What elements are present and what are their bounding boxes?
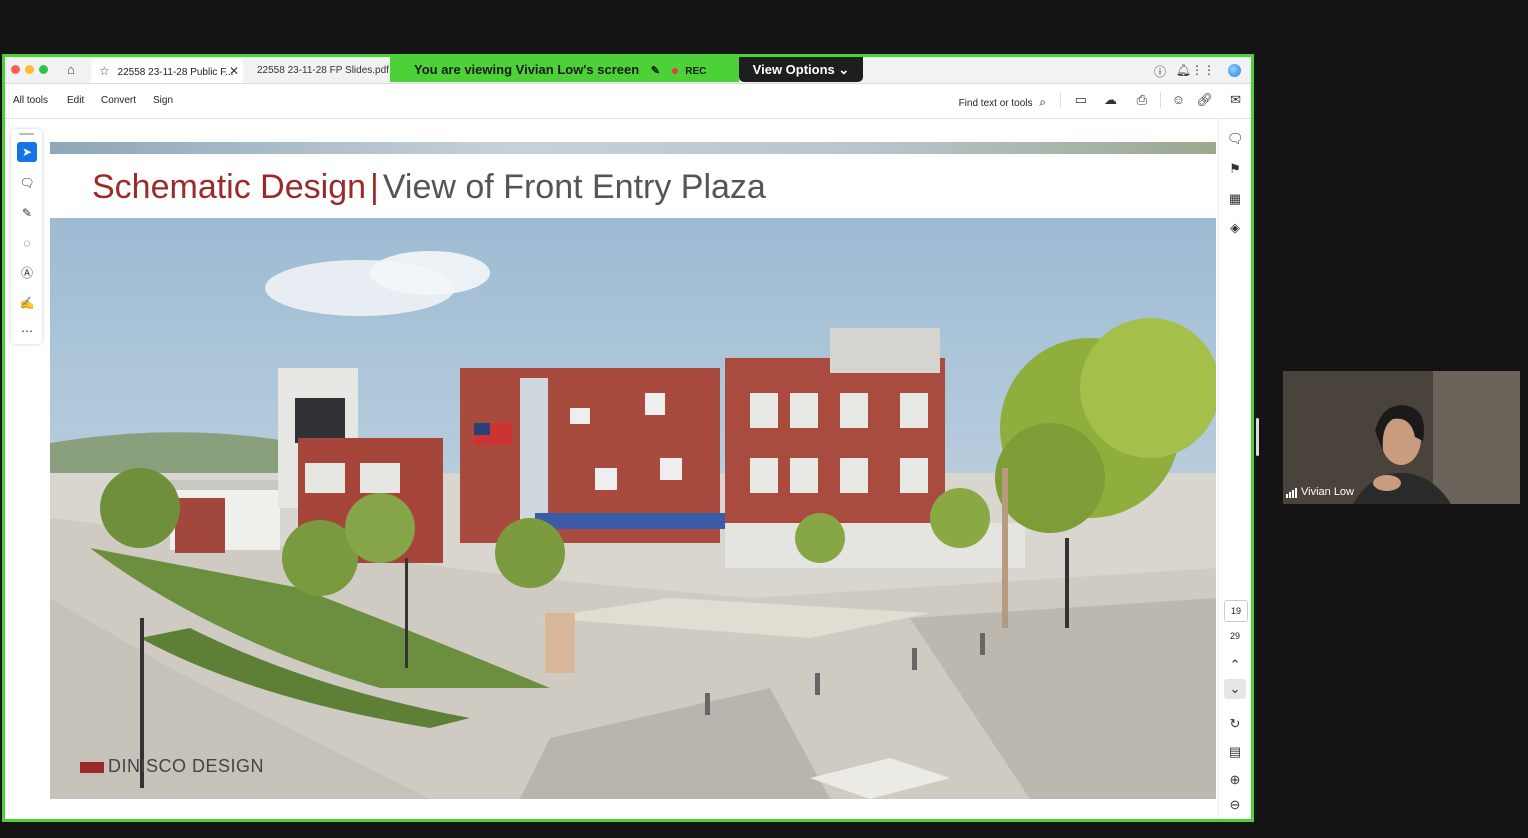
quick-tools-panel: ➤ 🗨︎ ✎ ◌ Ⓐ ✍ ⋯ xyxy=(11,129,42,344)
next-page-button[interactable]: ⌄ xyxy=(1224,679,1246,699)
close-window-button[interactable] xyxy=(11,65,20,74)
logo-text: DINISCO DESIGN xyxy=(108,756,265,776)
zoom-out-icon[interactable]: ⊖ xyxy=(1227,797,1243,813)
more-tools-icon[interactable]: ⋯ xyxy=(17,321,37,341)
select-cursor-icon[interactable]: ➤ xyxy=(17,142,37,162)
total-pages: 29 xyxy=(1229,631,1240,641)
refresh-icon[interactable]: ↻ xyxy=(1227,716,1243,732)
link-icon[interactable]: 🔗︎ xyxy=(1196,92,1213,108)
banner-presenter-name: Vivian Low's screen xyxy=(515,62,640,77)
tab-public-forum[interactable]: ☆ 22558 23-11-28 Public F... ✕ xyxy=(91,59,243,83)
banner-prefix: You are viewing xyxy=(414,62,513,77)
right-sidebar: 🗨︎ ⚑ ▦ ◈ 19 29 ⌃ ⌄ ↻ ▤ ⊕ ⊖ xyxy=(1218,119,1251,819)
signal-bars-icon xyxy=(1286,486,1298,498)
share-people-icon[interactable]: ☺ xyxy=(1172,92,1185,107)
next-page-icon: ⌄ xyxy=(1229,681,1241,696)
tab-fp-slides[interactable]: 22558 23-11-28 FP Slides.pdf xyxy=(257,59,389,83)
print-icon[interactable]: ⎙ xyxy=(1137,92,1147,108)
menu-edit[interactable]: Edit xyxy=(67,95,84,106)
view-options-button[interactable]: View Options ⌄ xyxy=(739,57,863,82)
slide-title-main: Schematic Design xyxy=(92,168,367,206)
logo-mark xyxy=(80,761,104,773)
screen-share-banner: You are viewing Vivian Low's screen ✎ RE… xyxy=(390,57,739,82)
building-rendering-image xyxy=(50,218,1216,799)
slide-header-strip xyxy=(50,142,1216,154)
slide-title-separator: | xyxy=(370,168,379,206)
chevron-down-icon: ⌄ xyxy=(838,62,850,77)
thumbnails-grid-icon[interactable]: ▦ xyxy=(1227,191,1243,207)
rec-label: REC xyxy=(685,66,707,77)
panel-resize-handle[interactable] xyxy=(1256,418,1259,456)
draw-lasso-icon[interactable]: ◌ xyxy=(17,233,37,253)
view-options-label: View Options xyxy=(752,62,835,77)
mic-muted-icon: ✎ xyxy=(650,65,661,77)
slide-title-sub: View of Front Entry Plaza xyxy=(382,168,766,206)
find-label: Find text or tools xyxy=(958,98,1033,109)
comment-panel-icon[interactable]: 🗨︎ xyxy=(1227,131,1244,147)
highlight-pen-icon[interactable]: ✎ xyxy=(17,203,37,223)
search-icon: ⌕ xyxy=(1039,95,1046,109)
slide-title: Schematic Design | View of Front Entry Pla… xyxy=(92,168,766,207)
tab-bar: ⌂ ☆ 22558 23-11-28 Public F... ✕ 22558 2… xyxy=(5,57,1251,84)
previous-page-icon[interactable]: ⌃ xyxy=(1227,657,1243,673)
apps-grid-icon[interactable]: ⋮⋮ xyxy=(1191,63,1215,77)
page-tools-icon[interactable]: ▤ xyxy=(1227,744,1243,760)
star-icon[interactable]: ☆ xyxy=(99,64,110,78)
layers-icon[interactable]: ◈ xyxy=(1227,220,1243,236)
menu-sign[interactable]: Sign xyxy=(153,95,173,106)
toolbar-divider xyxy=(1160,92,1161,108)
record-dot-icon xyxy=(671,67,678,74)
app-toolbar: All tools Edit Convert Sign Find text or… xyxy=(5,84,1251,119)
minimize-window-button[interactable] xyxy=(25,65,34,74)
tab-label: 22558 23-11-28 Public F... xyxy=(117,67,234,78)
pdf-page: Schematic Design | View of Front Entry Pla… xyxy=(50,142,1216,799)
dinisco-design-logo: DINISCO DESIGN xyxy=(80,756,264,777)
add-comment-icon[interactable]: 🗨︎ xyxy=(17,173,37,193)
close-tab-icon[interactable]: ✕ xyxy=(229,59,239,83)
participant-video-feed xyxy=(1283,371,1520,504)
help-icon[interactable]: ⓘ xyxy=(1154,63,1166,80)
find-text-or-tools[interactable]: Find text or tools ⌕ xyxy=(959,95,1046,110)
zoom-in-icon[interactable]: ⊕ xyxy=(1227,772,1243,788)
email-icon[interactable]: ✉ xyxy=(1230,92,1241,108)
shared-screen-frame: ⌂ ☆ 22558 23-11-28 Public F... ✕ 22558 2… xyxy=(2,54,1254,822)
toolbar-divider xyxy=(1060,92,1061,108)
cloud-upload-icon[interactable]: ☁ xyxy=(1104,92,1117,108)
panel-grip[interactable] xyxy=(19,133,34,135)
tab-label: 22558 23-11-28 FP Slides.pdf xyxy=(257,65,389,76)
home-icon[interactable]: ⌂ xyxy=(67,62,75,77)
menu-all-tools[interactable]: All tools xyxy=(13,95,48,106)
participant-video-tile[interactable]: Vivian Low xyxy=(1283,371,1520,504)
participant-name-label: Vivian Low xyxy=(1286,486,1354,498)
participant-name: Vivian Low xyxy=(1301,486,1354,498)
menu-convert[interactable]: Convert xyxy=(101,95,136,106)
sign-stamp-icon[interactable]: ✍ xyxy=(17,293,37,313)
current-page-field[interactable]: 19 xyxy=(1224,600,1248,622)
zoom-window-button[interactable] xyxy=(39,65,48,74)
bookmark-icon[interactable]: ⚑ xyxy=(1227,161,1243,177)
bell-icon[interactable]: 🔔︎ xyxy=(1176,63,1191,77)
save-icon[interactable]: ▭ xyxy=(1075,92,1087,108)
text-box-icon[interactable]: Ⓐ xyxy=(17,263,37,283)
profile-avatar[interactable] xyxy=(1228,64,1241,77)
